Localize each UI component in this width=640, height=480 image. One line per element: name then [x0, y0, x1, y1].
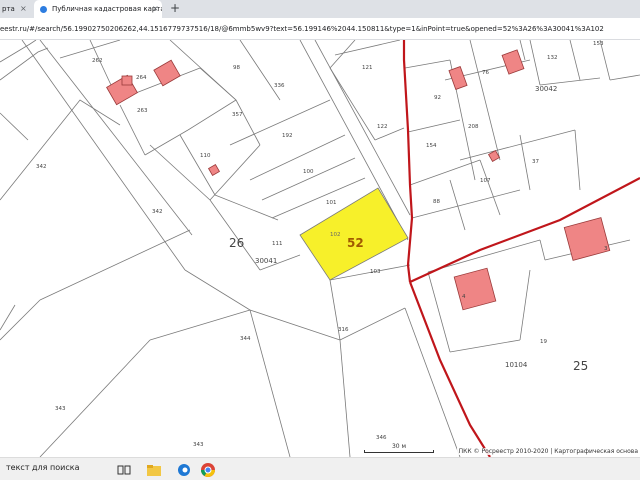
parcel-label: 208	[468, 124, 479, 130]
parcel-label: 121	[362, 65, 373, 71]
tab-title: Публичная кадастровая карта	[52, 5, 162, 13]
tab-cadastral-map[interactable]: Публичная кадастровая карта ×	[34, 0, 162, 18]
parcel-label: 336	[274, 83, 285, 89]
building	[207, 163, 221, 177]
parcel-label: 92	[434, 95, 441, 101]
parcel-label: 262	[92, 58, 103, 64]
parcel-label: 103	[370, 269, 381, 275]
close-icon[interactable]: ×	[152, 0, 159, 18]
building	[501, 49, 525, 75]
new-tab-button[interactable]: +	[170, 0, 180, 18]
quarter-label: 30041	[255, 257, 277, 265]
parcel-label: 101	[326, 200, 337, 206]
highlighted-parcel-label: 52	[347, 236, 364, 250]
district-label: 26	[229, 236, 244, 250]
chrome-icon[interactable]	[200, 462, 216, 478]
parcel-label: 343	[193, 442, 204, 448]
parcel-label: 76	[482, 70, 489, 76]
parcel-label: 343	[55, 406, 66, 412]
map-attribution: ПКК © Росреестр 2010-2020 | Картографиче…	[456, 448, 640, 455]
map-canvas[interactable]: 262 264 263 98 336 357 110 192 342 342 1…	[0, 40, 640, 457]
cadastral-map[interactable]: 262 264 263 98 336 357 110 192 342 342 1…	[0, 40, 640, 457]
quarter-label: 10104	[505, 361, 528, 369]
parcel-label: 111	[272, 241, 283, 247]
task-view-icon[interactable]	[116, 462, 132, 478]
browser-tab-strip: рта × Публичная кадастровая карта × +	[0, 0, 640, 18]
building	[563, 217, 611, 261]
map-scale: 30 м	[364, 443, 434, 453]
parcel-label: 4	[462, 294, 466, 300]
file-explorer-icon[interactable]	[146, 462, 162, 478]
parcel-label: 192	[282, 133, 293, 139]
site-favicon-icon	[40, 6, 47, 13]
parcel-label: 110	[200, 153, 211, 159]
building	[448, 66, 468, 90]
quarter-label: 30042	[535, 85, 557, 93]
tab-previous[interactable]: рта ×	[0, 0, 30, 18]
address-bar[interactable]: eestr.ru/#/search/56.19902750206262,44.1…	[0, 18, 640, 40]
parcel-label: 107	[480, 178, 491, 184]
parcel-label: 263	[137, 108, 148, 114]
parcel-label: 3	[604, 246, 608, 252]
parcel-label: 98	[233, 65, 240, 71]
close-icon[interactable]: ×	[20, 0, 27, 18]
parcel-label: 19	[540, 339, 547, 345]
parcel-label: 346	[376, 435, 387, 441]
parcel-label: 132	[547, 55, 558, 61]
parcel-label: 37	[532, 159, 539, 165]
parcel-label: 316	[338, 327, 349, 333]
highlighted-parcel-sublabel: 102	[330, 232, 341, 238]
parcel-label: 154	[426, 143, 437, 149]
parcel-label: 344	[240, 336, 251, 342]
url-text[interactable]: eestr.ru/#/search/56.19902750206262,44.1…	[0, 23, 640, 36]
scale-bar	[364, 450, 434, 453]
building	[121, 75, 133, 86]
building	[453, 267, 497, 311]
highlighted-parcel[interactable]	[299, 187, 409, 281]
windows-taskbar: текст для поиска	[0, 457, 640, 480]
district-label: 25	[573, 359, 588, 373]
edge-icon[interactable]	[176, 462, 192, 478]
parcel-label: 100	[303, 169, 314, 175]
taskbar-search-box[interactable]: текст для поиска	[6, 463, 79, 472]
parcel-label: 88	[433, 199, 440, 205]
parcel-label: 122	[377, 124, 388, 130]
parcel-label: 357	[232, 112, 243, 118]
scale-label: 30 м	[391, 443, 407, 450]
tab-title: рта	[2, 5, 15, 13]
parcel-label: 153	[593, 41, 604, 47]
parcel-label: 342	[36, 164, 47, 170]
building	[153, 59, 181, 87]
parcel-label: 264	[136, 75, 147, 81]
parcel-label: 342	[152, 209, 163, 215]
